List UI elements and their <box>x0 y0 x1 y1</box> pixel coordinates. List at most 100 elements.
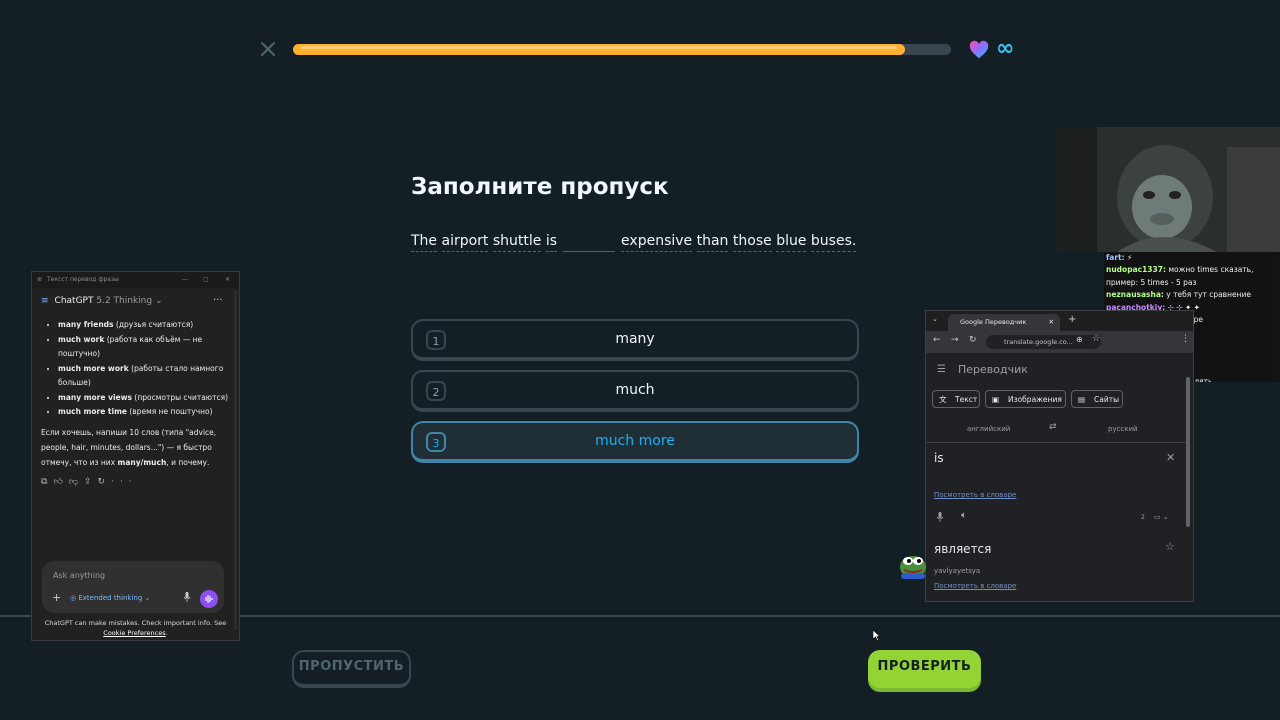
chat-message: neznausasha: у тебя тут сравнение <box>1104 289 1280 301</box>
sentence-word[interactable]: airport <box>441 233 489 252</box>
sentence-word[interactable]: blue <box>776 233 807 252</box>
webcam-image <box>1057 127 1280 252</box>
sidebar-toggle-icon[interactable]: ≡ <box>41 296 49 306</box>
sentence-word[interactable]: expensive <box>621 233 693 252</box>
share-icon[interactable]: ⇪ <box>84 477 98 487</box>
more-icon[interactable]: ··· <box>111 477 138 487</box>
browser-tabbar: ⌄ Google Переводчик ✕ + <box>926 311 1193 331</box>
thumbs-down-icon[interactable]: 👎︎ <box>69 477 84 487</box>
question-title: Заполните пропуск <box>411 174 669 200</box>
close-icon[interactable]: ✕ <box>225 276 230 283</box>
chat-message: nudopac1337: можно times сказать, пример… <box>1104 264 1280 289</box>
mode-sites-label: Сайты <box>1094 395 1119 404</box>
listen-source-icon[interactable]: 🔈︎ <box>961 510 967 521</box>
answer-option-1[interactable]: 1 many <box>411 319 859 361</box>
heart-icon <box>969 40 989 59</box>
check-button[interactable]: ПРОВЕРИТЬ <box>868 650 981 688</box>
keyboard-icon[interactable]: ▭ ⌄ <box>1154 513 1169 521</box>
tab-list-icon[interactable]: ⌄ <box>932 315 938 323</box>
new-tab-icon[interactable]: + <box>1068 314 1076 325</box>
clear-source-icon[interactable]: ✕ <box>1166 451 1175 464</box>
more-options-icon[interactable]: ··· <box>213 295 223 306</box>
website-icon: ▤ <box>1078 395 1086 404</box>
translate-scrollbar[interactable] <box>1186 377 1190 527</box>
tab-close-icon[interactable]: ✕ <box>1049 314 1054 331</box>
browser-menu-icon[interactable]: ⋮ <box>1181 334 1190 344</box>
hamburger-menu-icon[interactable]: ☰ <box>937 364 946 375</box>
answer-bullet: much more time (время не поштучно) <box>58 405 239 420</box>
transliteration: yavlyayetsya <box>934 567 981 575</box>
dictionary-link-result[interactable]: Посмотреть в словаре <box>934 582 1016 590</box>
answer-option-2[interactable]: 2 much <box>411 370 859 412</box>
model-name: ChatGPT <box>54 296 94 306</box>
bookmark-star-icon[interactable]: ☆ <box>1092 334 1100 344</box>
chevron-down-icon: ⌄ <box>154 296 163 306</box>
mode-images-button[interactable]: ▣ Изображения <box>985 390 1066 408</box>
chat-username[interactable]: nudopac1337: <box>1106 265 1166 274</box>
dictionary-link[interactable]: Посмотреть в словаре <box>934 491 1016 499</box>
mode-sites-button[interactable]: ▤ Сайты <box>1071 390 1123 408</box>
address-bar[interactable]: translate.google.co... <box>986 335 1101 349</box>
chatgpt-answer-paragraph: Если хочешь, напиши 10 слов (типа "advic… <box>41 425 226 470</box>
bullet-term: many friends <box>58 320 114 329</box>
sentence-word[interactable]: than <box>696 233 729 252</box>
sentence-word[interactable]: is <box>545 233 558 252</box>
sentence-word[interactable]: shuttle <box>492 233 542 252</box>
chat-username[interactable]: fart: <box>1106 253 1125 262</box>
chat-text: ⚡ <box>1124 253 1133 262</box>
mode-images-label: Изображения <box>1008 395 1062 404</box>
minimize-icon[interactable]: — <box>182 276 188 283</box>
back-icon[interactable]: ← <box>933 335 941 345</box>
extended-thinking-toggle[interactable]: ◎ Extended thinking ⌄ <box>70 594 150 602</box>
tab-title: Google Переводчик <box>960 318 1027 326</box>
sentence-word[interactable]: buses. <box>810 233 857 252</box>
chatgpt-scrollbar[interactable] <box>234 290 237 630</box>
hearts-count: ∞ <box>996 36 1015 61</box>
swap-languages-icon[interactable]: ⇄ <box>1049 422 1057 432</box>
cookie-preferences-link[interactable]: Cookie Preferences <box>103 629 165 637</box>
chatgpt-composer[interactable]: Ask anything + ◎ Extended thinking ⌄ <box>42 561 224 613</box>
close-icon <box>261 42 275 56</box>
tab-google-translate[interactable]: Google Переводчик ✕ <box>948 314 1060 331</box>
reload-icon[interactable]: ↻ <box>969 335 977 345</box>
para-text-end: , и почему. <box>166 458 210 467</box>
message-actions: ⧉👍︎👎︎⇪↻··· <box>41 477 138 487</box>
bullet-term: much more time <box>58 407 127 416</box>
mode-text-button[interactable]: 文 Текст <box>932 390 980 408</box>
save-translation-star-icon[interactable]: ☆ <box>1165 540 1175 553</box>
translate-icon: 文 <box>939 395 947 404</box>
composer-input[interactable]: Ask anything <box>53 571 105 580</box>
answer-option-3[interactable]: 3 much more <box>411 421 859 463</box>
maximize-icon[interactable]: ▢ <box>203 276 209 283</box>
bullet-explanation: (друзья считаются) <box>113 320 194 329</box>
bullet-term: much more work <box>58 363 129 373</box>
sentence-word[interactable]: those <box>732 233 772 252</box>
answer-bullet: much work (работа как объём — не поштучн… <box>58 333 239 362</box>
mic-icon[interactable] <box>936 512 944 522</box>
chatgpt-model-selector[interactable]: ≡ ChatGPT 5.2 Thinking ⌄ <box>41 296 163 306</box>
forward-icon[interactable]: → <box>951 335 959 345</box>
source-language[interactable]: английский <box>967 425 1010 433</box>
answer-bullet: many more views (просмотры считаются) <box>58 391 239 406</box>
target-language[interactable]: русский <box>1108 425 1138 433</box>
translation-result: является <box>934 542 992 556</box>
mic-icon[interactable] <box>183 592 191 602</box>
skip-button[interactable]: ПРОПУСТИТЬ <box>292 650 411 688</box>
voice-mode-button[interactable] <box>200 590 218 608</box>
zoom-icon[interactable]: ⊕ <box>1076 335 1083 344</box>
sentence-word[interactable]: The <box>411 233 438 252</box>
regenerate-icon[interactable]: ↻ <box>98 477 112 487</box>
question-sentence: The airport shuttle is expensive than tho… <box>411 229 857 252</box>
chat-username[interactable]: neznausasha: <box>1106 290 1164 299</box>
copy-icon[interactable]: ⧉ <box>41 477 53 487</box>
bullet-term: much work <box>58 334 105 344</box>
thumbs-up-icon[interactable]: 👍︎ <box>53 477 68 487</box>
chatgpt-window: ⊛ Тексст перевод фразы — ▢ ✕ ≡ ChatGPT 5.… <box>31 271 240 641</box>
close-lesson-button[interactable] <box>258 39 278 59</box>
plus-icon[interactable]: + <box>52 591 61 604</box>
source-text-input[interactable]: is <box>934 451 944 465</box>
chat-message: fart: ⚡ <box>1104 252 1280 264</box>
option-label: much <box>615 382 655 398</box>
char-count: 2 <box>1141 514 1145 521</box>
bullet-explanation: (просмотры считаются) <box>132 392 229 402</box>
